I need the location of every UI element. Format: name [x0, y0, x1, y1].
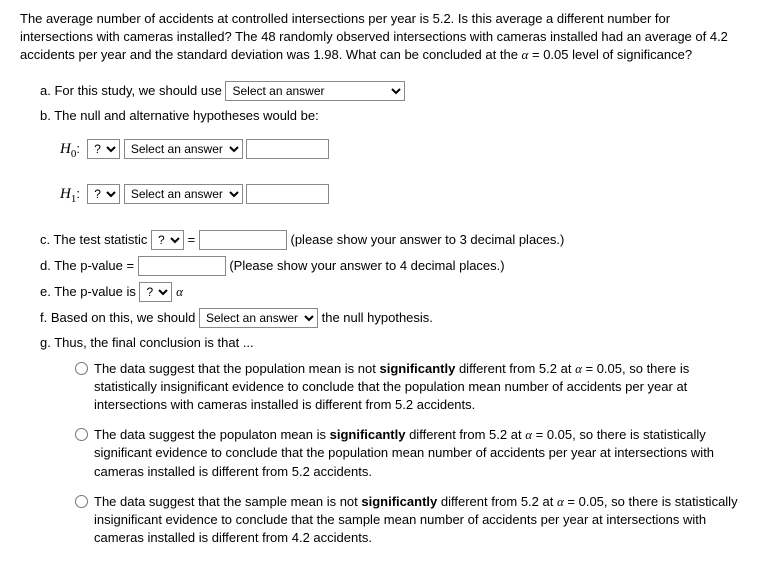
- p-value-input[interactable]: [138, 256, 226, 276]
- test-statistic-input[interactable]: [199, 230, 287, 250]
- h1-value-input[interactable]: [246, 184, 329, 204]
- question-a: a. For this study, we should use Select …: [40, 81, 744, 101]
- intro-text: The average number of accidents at contr…: [20, 10, 744, 65]
- question-d: d. The p-value = (Please show your answe…: [40, 256, 744, 276]
- question-g: g. Thus, the final conclusion is that ..…: [40, 334, 744, 352]
- conclusion-radio-2[interactable]: [75, 428, 88, 441]
- question-c: c. The test statistic ? = (please show y…: [40, 230, 744, 250]
- decision-select[interactable]: Select an answer: [199, 308, 318, 328]
- question-b: b. The null and alternative hypotheses w…: [40, 107, 744, 125]
- h0-row: H0: ? Select an answer: [60, 139, 744, 162]
- h0-operator-select[interactable]: Select an answer: [124, 139, 243, 159]
- pvalue-compare-select[interactable]: ?: [139, 282, 172, 302]
- conclusion-option-1[interactable]: The data suggest that the population mea…: [70, 360, 744, 415]
- h1-param-select[interactable]: ?: [87, 184, 120, 204]
- question-f: f. Based on this, we should Select an an…: [40, 308, 744, 328]
- h1-operator-select[interactable]: Select an answer: [124, 184, 243, 204]
- question-e: e. The p-value is ? α: [40, 282, 744, 302]
- conclusion-option-2[interactable]: The data suggest the populaton mean is s…: [70, 426, 744, 481]
- conclusion-radio-3[interactable]: [75, 495, 88, 508]
- conclusion-option-3[interactable]: The data suggest that the sample mean is…: [70, 493, 744, 548]
- conclusion-radio-1[interactable]: [75, 362, 88, 375]
- h1-row: H1: ? Select an answer: [60, 184, 744, 207]
- test-stat-type-select[interactable]: ?: [151, 230, 184, 250]
- h0-param-select[interactable]: ?: [87, 139, 120, 159]
- h0-value-input[interactable]: [246, 139, 329, 159]
- study-type-select[interactable]: Select an answer: [225, 81, 405, 101]
